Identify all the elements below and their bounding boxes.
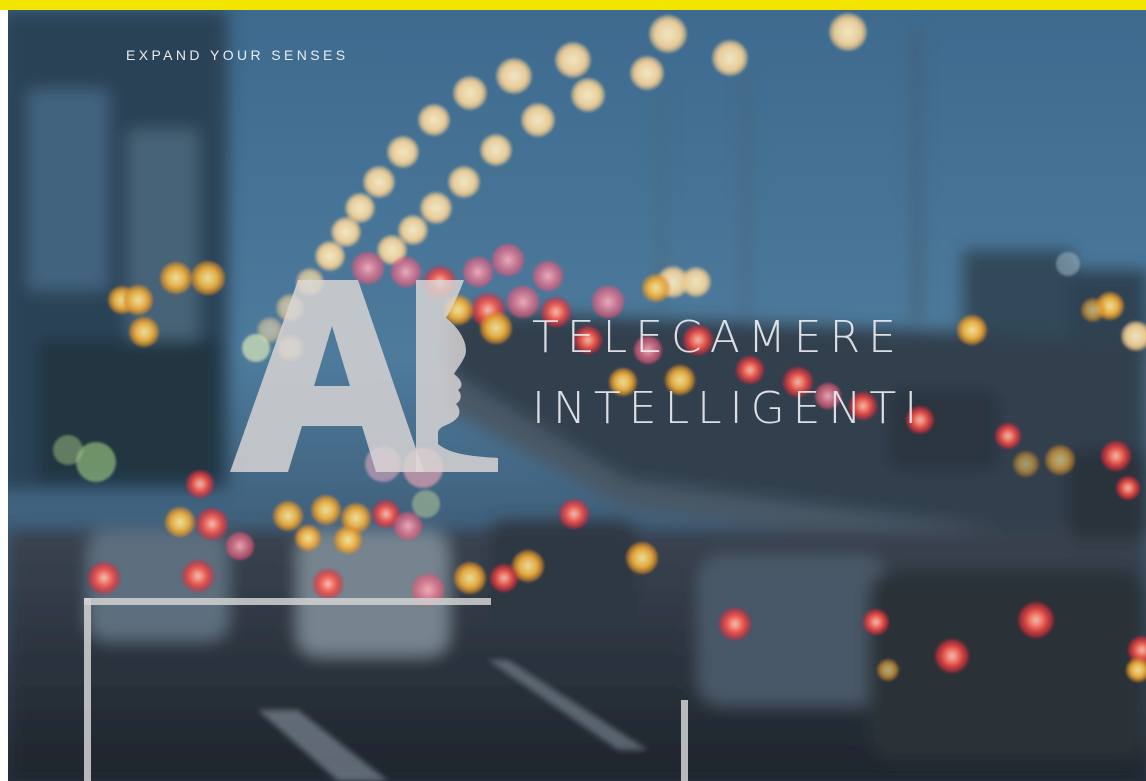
ai-monogram-icon xyxy=(230,280,498,472)
title-line-2: INTELLIGENTI xyxy=(532,383,926,434)
frame-top-line xyxy=(84,598,491,605)
frame-left-line xyxy=(84,598,91,781)
frame-right-line xyxy=(681,700,688,781)
accent-bar xyxy=(0,0,1146,10)
title-line-1: TELECAMERE xyxy=(532,312,904,363)
banner: EXPAND YOUR SENSES TELECAMERE INTELLIGEN… xyxy=(0,0,1146,781)
tagline: EXPAND YOUR SENSES xyxy=(126,47,349,63)
ai-logo xyxy=(226,276,506,486)
